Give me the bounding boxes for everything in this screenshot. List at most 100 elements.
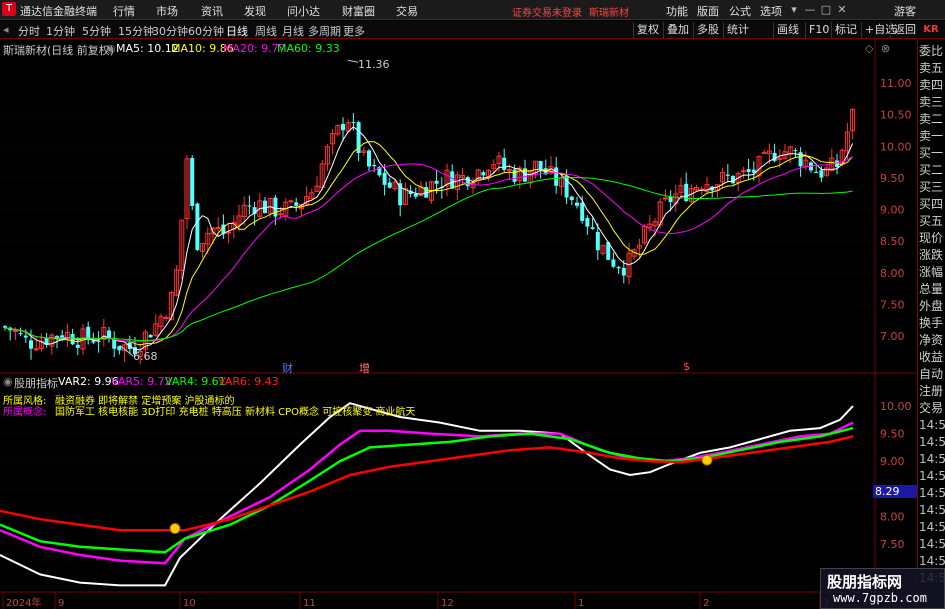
side-item[interactable]: 外盘 bbox=[919, 299, 945, 314]
sub-current-value: 8.29 bbox=[873, 485, 917, 498]
ma5-line bbox=[4, 126, 854, 351]
panel-close-icon[interactable]: ⊗ bbox=[881, 42, 890, 55]
period-intraday[interactable]: 分时 bbox=[18, 23, 40, 39]
menu-function[interactable]: 功能 bbox=[666, 3, 688, 19]
side-item[interactable]: 卖五 bbox=[919, 61, 945, 76]
side-item[interactable]: 卖二 bbox=[919, 112, 945, 127]
candle-down bbox=[746, 169, 751, 173]
sub-toggle-icon[interactable]: ◉ bbox=[3, 375, 13, 388]
side-item[interactable]: 14:56 bbox=[919, 503, 945, 518]
app-logo-icon: T bbox=[2, 2, 16, 16]
event-dividend-marker[interactable]: $ bbox=[683, 360, 690, 373]
period-60min[interactable]: 60分钟 bbox=[188, 23, 224, 39]
candle-down bbox=[590, 227, 595, 229]
side-item[interactable]: 买五 bbox=[919, 214, 945, 229]
side-item[interactable]: 涨跌 bbox=[919, 248, 945, 263]
period-30min[interactable]: 30分钟 bbox=[152, 23, 188, 39]
date-tick-label: 12 bbox=[441, 598, 454, 609]
period-5min[interactable]: 5分钟 bbox=[82, 23, 111, 39]
menu-ask-xiaoda[interactable]: 问小达 bbox=[287, 3, 320, 19]
dropdown-icon[interactable]: ▾ bbox=[787, 3, 801, 16]
menu-discover[interactable]: 发现 bbox=[244, 3, 266, 19]
candle-down bbox=[190, 158, 195, 206]
var6-label: VAR6: 9.43 bbox=[218, 375, 279, 388]
side-item[interactable]: 卖三 bbox=[919, 95, 945, 110]
back-button[interactable]: 返回 bbox=[890, 22, 919, 38]
side-item[interactable]: 净资 bbox=[919, 333, 945, 348]
candle-down bbox=[580, 202, 585, 221]
side-item[interactable]: 总量 bbox=[919, 282, 945, 297]
settings-gear-icon[interactable]: ◇ bbox=[865, 42, 873, 55]
period-weekly[interactable]: 周线 bbox=[255, 23, 277, 39]
menu-options[interactable]: 选项 bbox=[760, 3, 782, 19]
indicator-toggle-icon[interactable]: ◉ bbox=[106, 42, 116, 55]
menu-formula[interactable]: 公式 bbox=[729, 3, 751, 19]
side-item[interactable]: 买一 bbox=[919, 146, 945, 161]
candle-up bbox=[33, 348, 39, 351]
menu-quotes[interactable]: 行情 bbox=[113, 3, 135, 19]
guest-user[interactable]: 游客 bbox=[894, 3, 916, 19]
side-item[interactable]: 14:56 bbox=[919, 452, 945, 467]
adjust-button[interactable]: 复权 bbox=[633, 22, 662, 38]
draw-line-button[interactable]: 画线 bbox=[773, 22, 802, 38]
candle-down bbox=[512, 169, 517, 182]
side-item[interactable]: 委比 bbox=[919, 44, 945, 59]
stock-link[interactable]: 斯瑞新材 bbox=[589, 4, 629, 19]
stats-button[interactable]: 统计 bbox=[723, 22, 752, 38]
side-item[interactable]: 现价 bbox=[919, 231, 945, 246]
menu-trade[interactable]: 交易 bbox=[396, 3, 418, 19]
side-item[interactable]: 14:56 bbox=[919, 486, 945, 501]
event-finance-marker[interactable]: 财 bbox=[282, 360, 293, 376]
close-icon[interactable]: ✕ bbox=[835, 3, 849, 16]
side-item[interactable]: 14:56 bbox=[919, 418, 945, 433]
period-multi[interactable]: 多周期 bbox=[308, 23, 341, 39]
watermark-title: 股朋指标网 bbox=[827, 573, 903, 591]
minimize-icon[interactable]: — bbox=[803, 3, 817, 16]
side-item[interactable]: 买四 bbox=[919, 197, 945, 212]
candle-down bbox=[668, 196, 673, 203]
side-item[interactable]: 买三 bbox=[919, 180, 945, 195]
period-15min[interactable]: 15分钟 bbox=[118, 23, 154, 39]
side-item[interactable]: 注册 bbox=[919, 384, 945, 399]
candle-down bbox=[819, 170, 824, 178]
side-item[interactable]: 买二 bbox=[919, 163, 945, 178]
maximize-icon[interactable]: □ bbox=[819, 3, 833, 16]
overlay-button[interactable]: 叠加 bbox=[663, 22, 692, 38]
side-item[interactable]: 换手 bbox=[919, 316, 945, 331]
side-item[interactable]: 收益 bbox=[919, 350, 945, 365]
candle-down bbox=[731, 175, 735, 184]
login-status[interactable]: 证券交易未登录 bbox=[512, 4, 582, 19]
event-increase-marker[interactable]: 增 bbox=[359, 360, 370, 376]
side-item[interactable]: 14:56 bbox=[919, 554, 945, 569]
separator bbox=[758, 22, 770, 38]
side-item[interactable]: 自动 bbox=[919, 367, 945, 382]
left-arrow-icon[interactable]: ◂ bbox=[3, 23, 9, 36]
side-item[interactable]: 卖一 bbox=[919, 129, 945, 144]
menu-market[interactable]: 市场 bbox=[156, 3, 178, 19]
high-price-label: 11.36 bbox=[358, 58, 390, 71]
side-item[interactable]: 14:56 bbox=[919, 469, 945, 484]
side-item[interactable]: 14:56 bbox=[919, 520, 945, 535]
period-monthly[interactable]: 月线 bbox=[282, 23, 304, 39]
side-item[interactable]: 14:56 bbox=[919, 537, 945, 552]
menu-fortune-circle[interactable]: 财富圈 bbox=[342, 3, 375, 19]
mark-button[interactable]: 标记 bbox=[831, 22, 860, 38]
watermark-url: www.7gpzb.com bbox=[833, 591, 927, 605]
f10-button[interactable]: F10 bbox=[805, 22, 832, 38]
price-tick-label: 7.00 bbox=[880, 330, 905, 343]
period-daily[interactable]: 日线 bbox=[226, 23, 248, 39]
ma5-label: MA5: 10.12 bbox=[116, 42, 179, 55]
period-toolbar: ◂ 分时 1分钟 5分钟 15分钟 30分钟 60分钟 日线 周线 月线 多周期… bbox=[0, 21, 945, 39]
side-item[interactable]: 交易 bbox=[919, 401, 945, 416]
side-item[interactable]: 14:56 bbox=[919, 435, 945, 450]
multi-stock-button[interactable]: 多股 bbox=[693, 22, 722, 38]
quote-side-panel[interactable]: 委比卖五卖四卖三卖二卖一买一买二买三买四买五现价涨跌涨幅总量外盘换手净资收益自动… bbox=[917, 40, 945, 609]
period-more[interactable]: 更多 bbox=[343, 23, 365, 39]
side-item[interactable]: 卖四 bbox=[919, 78, 945, 93]
chart-canvas[interactable]: 11.00 10.50 10.00 9.50 9.00 8.50 8.00 7.50 7.00 1… bbox=[0, 40, 917, 609]
side-item[interactable]: 涨幅 bbox=[919, 265, 945, 280]
menu-layout[interactable]: 版面 bbox=[697, 3, 719, 19]
period-1min[interactable]: 1分钟 bbox=[46, 23, 75, 39]
menu-news[interactable]: 资讯 bbox=[201, 3, 223, 19]
chart-area[interactable]: 11.00 10.50 10.00 9.50 9.00 8.50 8.00 7.50 7.00 1… bbox=[0, 40, 917, 609]
